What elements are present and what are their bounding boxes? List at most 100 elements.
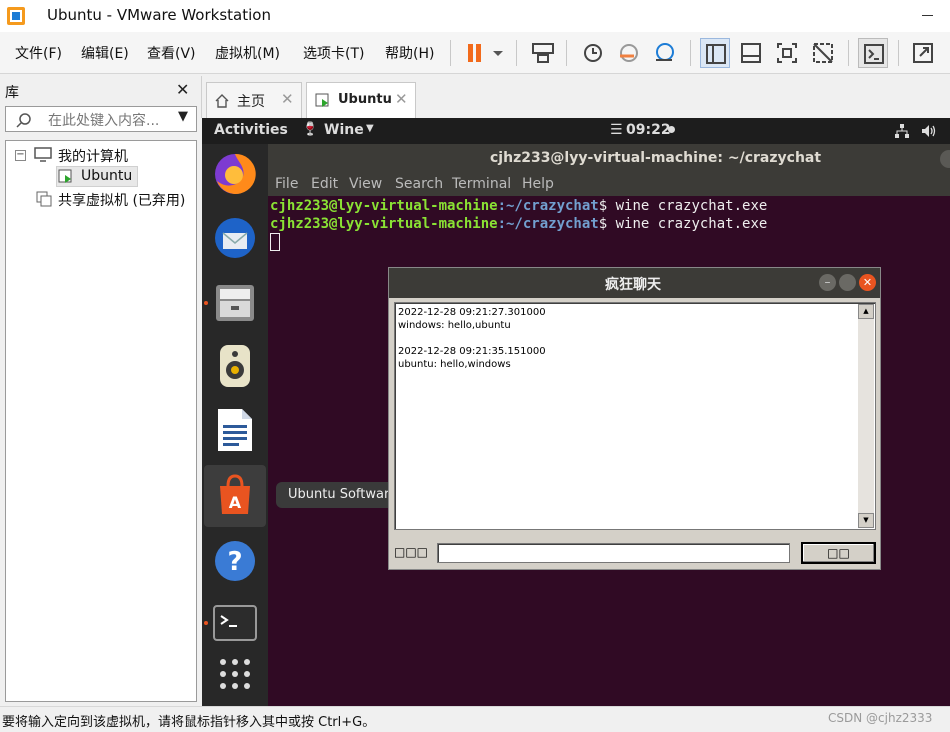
- menu-view[interactable]: 查看(V): [147, 43, 196, 63]
- snapshot-icon[interactable]: [578, 38, 608, 68]
- chat-maximize-button[interactable]: [839, 274, 856, 291]
- chat-message-input[interactable]: [437, 543, 790, 563]
- files-icon[interactable]: [212, 279, 258, 325]
- app-menu-arrow-icon[interactable]: ▼: [366, 123, 374, 134]
- terminal-menu-view[interactable]: View: [349, 176, 382, 192]
- firefox-icon[interactable]: [212, 151, 258, 197]
- svg-text:?: ?: [227, 547, 242, 577]
- menu-tabs[interactable]: 选项卡(T): [303, 43, 364, 63]
- watermark: CSDN @cjhz2333: [828, 711, 933, 725]
- search-dropdown-icon[interactable]: ▼: [178, 109, 188, 124]
- chat-title: 疯狂聊天: [605, 277, 661, 293]
- wine-app-icon: 🍷: [302, 122, 319, 137]
- tab-ubuntu-label: Ubuntu: [338, 92, 392, 107]
- ubuntu-software-icon[interactable]: A: [212, 472, 258, 518]
- computer-icon: [34, 147, 52, 162]
- snapshot-manager-icon[interactable]: [650, 38, 680, 68]
- terminal-menu-help[interactable]: Help: [522, 176, 554, 192]
- menu-file[interactable]: 文件(F): [15, 43, 62, 63]
- unity-icon[interactable]: [808, 38, 838, 68]
- terminal-menubar: File Edit View Search Terminal Help: [268, 174, 950, 196]
- console-view-icon[interactable]: [858, 38, 888, 68]
- app-menu-wine[interactable]: Wine: [324, 122, 364, 138]
- chat-input-label: □□□: [394, 545, 429, 559]
- vm-running-icon: [58, 169, 72, 183]
- running-indicator: [204, 621, 208, 625]
- chat-scrollbar[interactable]: ▲ ▼: [858, 304, 874, 528]
- terminal-icon[interactable]: [212, 604, 258, 644]
- minimize-button[interactable]: [906, 0, 950, 32]
- chat-message-text: windows: hello,ubuntu: [398, 320, 511, 331]
- terminal-minimize-button[interactable]: [940, 150, 950, 168]
- chat-message-time: 2022-12-28 09:21:27.301000: [398, 307, 546, 318]
- help-icon[interactable]: ?: [213, 539, 257, 583]
- network-icon[interactable]: [894, 123, 910, 139]
- chat-history[interactable]: 2022-12-28 09:21:27.301000 windows: hello…: [394, 302, 876, 530]
- terminal-line: cjhz233@lyy-virtual-machine:~/crazychat$…: [270, 216, 768, 232]
- vmware-logo-icon: [6, 6, 26, 26]
- terminal-menu-file[interactable]: File: [275, 176, 298, 192]
- chat-close-button[interactable]: ✕: [859, 274, 876, 291]
- rhythmbox-icon[interactable]: [214, 343, 256, 389]
- search-placeholder: 在此处键入内容...: [48, 113, 160, 129]
- stretch-icon[interactable]: [908, 38, 938, 68]
- status-text: 要将输入定向到该虚拟机，请将鼠标指针移入其中或按 Ctrl+G。: [2, 715, 376, 730]
- libreoffice-writer-icon[interactable]: [214, 407, 256, 453]
- terminal-cursor: [270, 233, 280, 251]
- show-library-icon[interactable]: [700, 38, 730, 68]
- chat-send-button[interactable]: □□: [801, 542, 876, 564]
- terminal-line: cjhz233@lyy-virtual-machine:~/crazychat$…: [270, 198, 768, 214]
- notification-icon: ☰: [610, 122, 623, 138]
- fullscreen-icon[interactable]: [772, 38, 802, 68]
- tree-ubuntu[interactable]: Ubuntu: [81, 168, 132, 184]
- menu-help[interactable]: 帮助(H): [385, 43, 434, 63]
- send-keys-icon[interactable]: [528, 38, 558, 68]
- terminal-menu-search[interactable]: Search: [395, 176, 443, 192]
- window-title: Ubuntu - VMware Workstation: [47, 6, 271, 24]
- tab-home[interactable]: 主页 ✕: [206, 82, 302, 118]
- tree-shared-vms[interactable]: 共享虚拟机 (已弃用): [58, 190, 185, 210]
- thunderbird-icon[interactable]: [212, 215, 258, 261]
- thumbnail-bar-icon[interactable]: [736, 38, 766, 68]
- menu-edit[interactable]: 编辑(E): [81, 43, 129, 63]
- volume-icon[interactable]: [920, 122, 938, 140]
- dock-tooltip-text: Ubuntu Software: [288, 487, 398, 502]
- chat-message-time: 2022-12-28 09:21:35.151000: [398, 346, 546, 357]
- terminal-title: cjhz233@lyy-virtual-machine: ~/crazychat: [490, 150, 822, 166]
- gnome-top-bar: Activities 🍷 Wine ▼ ☰ 09:22: [202, 118, 950, 144]
- scroll-up-icon[interactable]: ▲: [858, 304, 874, 319]
- scroll-down-icon[interactable]: ▼: [858, 513, 874, 528]
- tab-ubuntu[interactable]: Ubuntu ✕: [306, 82, 416, 118]
- collapse-toggle[interactable]: −: [15, 150, 26, 161]
- library-tree: − 我的计算机 Ubuntu 共享虚拟机 (已弃用): [5, 140, 197, 702]
- terminal-titlebar: cjhz233@lyy-virtual-machine: ~/crazychat: [268, 144, 950, 174]
- show-applications-icon[interactable]: [217, 656, 253, 692]
- close-tab-icon[interactable]: ✕: [281, 90, 294, 108]
- pause-icon[interactable]: [460, 38, 490, 68]
- close-tab-icon[interactable]: ✕: [395, 90, 408, 108]
- menu-vm[interactable]: 虚拟机(M): [215, 43, 280, 63]
- library-title: 库: [5, 85, 19, 101]
- activities-button[interactable]: Activities: [214, 122, 288, 138]
- menu-toolbar: 文件(F) 编辑(E) 查看(V) 虚拟机(M) 选项卡(T) 帮助(H): [0, 32, 950, 74]
- terminal-menu-edit[interactable]: Edit: [311, 176, 338, 192]
- revert-snapshot-icon[interactable]: [614, 38, 644, 68]
- library-search-input[interactable]: 在此处键入内容... ▼: [5, 106, 197, 132]
- chat-message: 2022-12-28 09:21:27.301000 windows: hello…: [398, 306, 546, 332]
- ubuntu-dock: A ?: [202, 144, 268, 706]
- notification-dot: [668, 126, 675, 133]
- status-bar: 要将输入定向到该虚拟机，请将鼠标指针移入其中或按 Ctrl+G。 CSDN @c…: [0, 706, 950, 732]
- search-icon: [16, 113, 31, 128]
- power-dropdown-icon[interactable]: [488, 38, 508, 68]
- tree-my-computer[interactable]: 我的计算机: [58, 146, 128, 166]
- shared-vm-icon: [36, 191, 52, 207]
- chat-titlebar: 疯狂聊天 – ✕: [389, 268, 880, 298]
- chat-minimize-button[interactable]: –: [819, 274, 836, 291]
- running-indicator: [204, 301, 208, 305]
- home-icon: [215, 94, 229, 108]
- terminal-menu-terminal[interactable]: Terminal: [452, 176, 511, 192]
- chat-message: 2022-12-28 09:21:35.151000 ubuntu: hello,…: [398, 345, 546, 371]
- library-close-icon[interactable]: ✕: [176, 80, 189, 99]
- chat-message-text: ubuntu: hello,windows: [398, 359, 511, 370]
- clock[interactable]: 09:22: [626, 122, 671, 138]
